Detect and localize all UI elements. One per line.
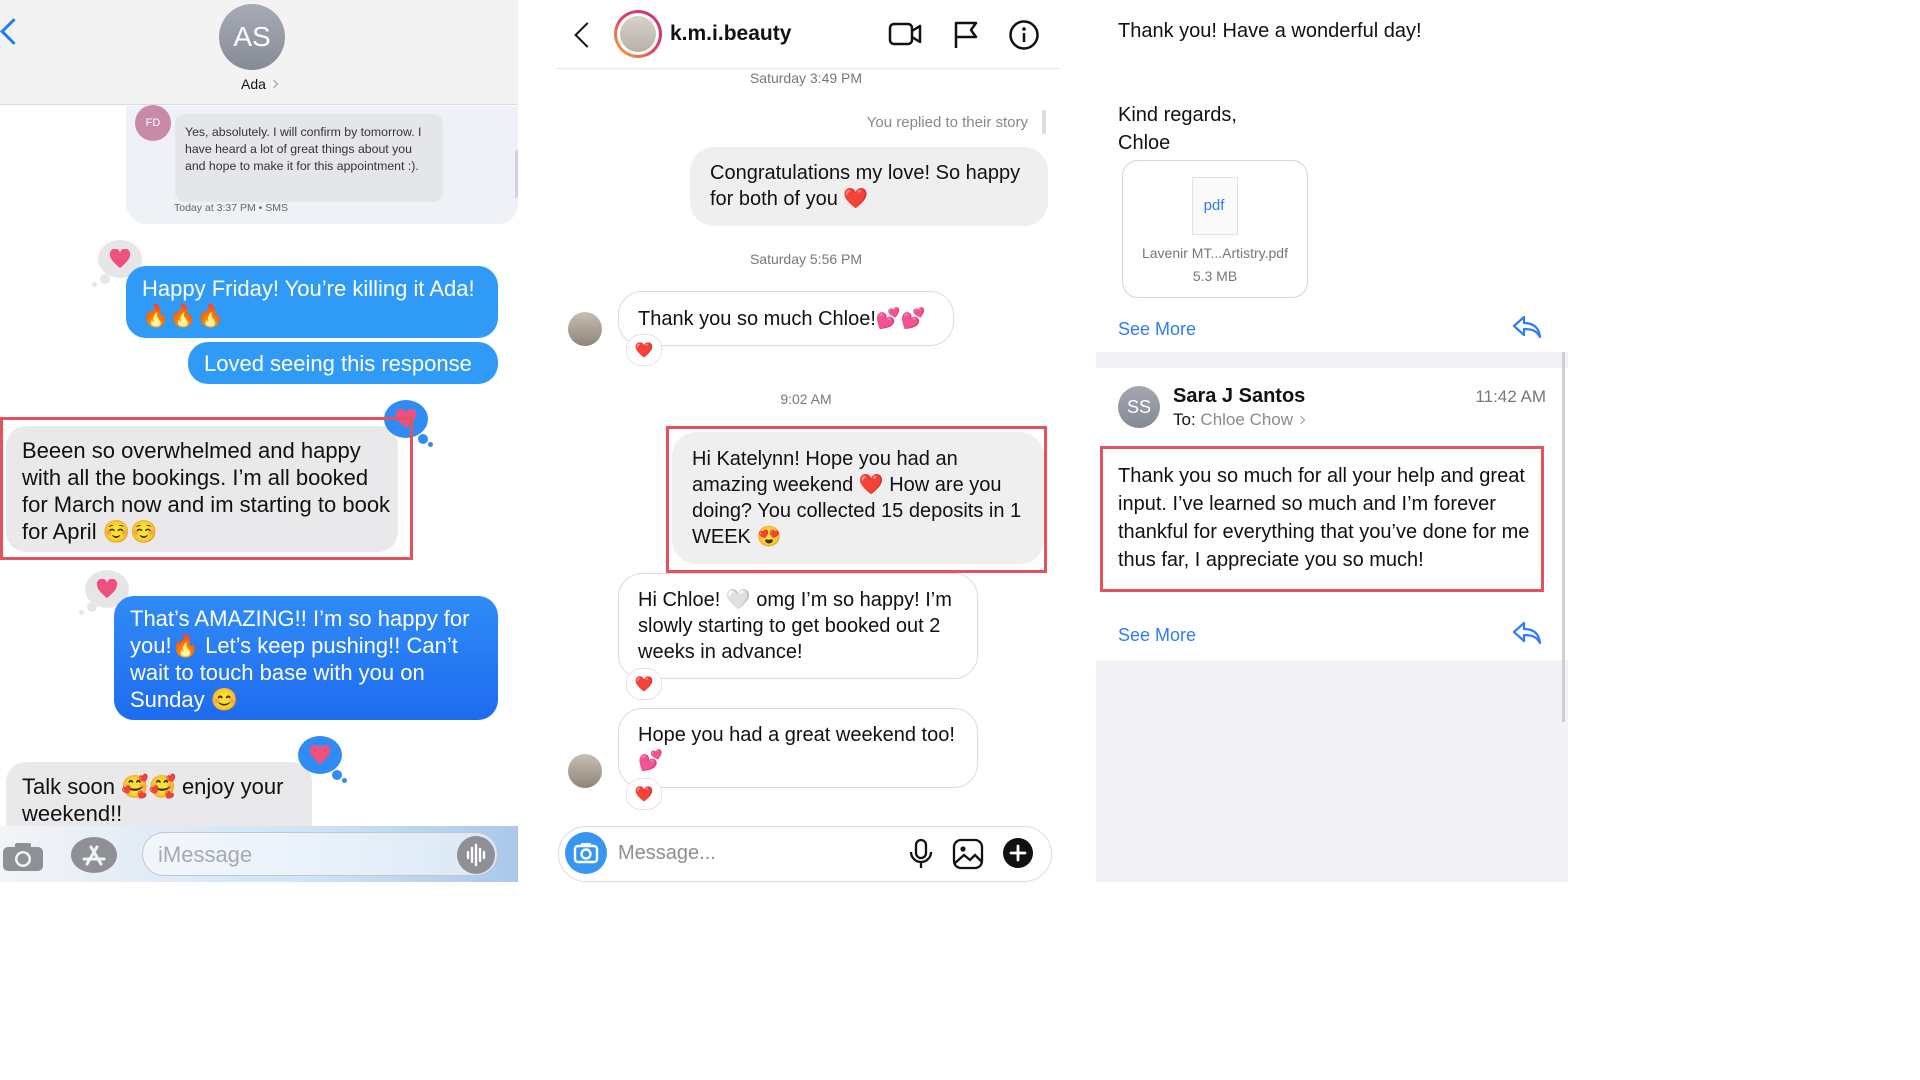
- scrollbar[interactable]: [515, 150, 518, 198]
- message-text: Talk soon 🥰🥰 enjoy your weekend!!: [22, 774, 284, 826]
- chevron-right-icon: [1296, 415, 1306, 425]
- heart-tapback[interactable]: [298, 736, 342, 774]
- avatar-photo: [620, 16, 656, 52]
- contact-name[interactable]: Ada: [0, 76, 518, 92]
- back-chevron-icon[interactable]: [574, 22, 600, 48]
- email-time: 11:42 AM: [1475, 387, 1546, 406]
- heart-icon: ❤️: [634, 786, 654, 803]
- story-reply-bar: [1042, 110, 1046, 134]
- imessage-placeholder: iMessage: [158, 842, 253, 867]
- see-more-link[interactable]: See More: [1118, 625, 1196, 646]
- sms-text: Yes, absolutely. I will confirm by tomor…: [185, 125, 422, 173]
- message-text: Happy Friday! You’re killing it Ada! 🔥🔥🔥: [142, 276, 475, 328]
- timestamp: Saturday 3:49 PM: [749, 70, 863, 86]
- sms-timestamp: Today at 3:37 PM • SMS: [174, 202, 288, 214]
- heart-icon: [309, 745, 331, 765]
- message-text: That’s AMAZING!! I’m so happy for you!🔥 …: [130, 606, 470, 712]
- reply-icon[interactable]: [1512, 620, 1542, 646]
- to-label: To:: [1173, 410, 1196, 429]
- email-signoff: Kind regards,: [1118, 104, 1237, 126]
- camera-button[interactable]: [565, 832, 607, 874]
- reply-icon[interactable]: [1512, 314, 1542, 340]
- pdf-type-label: pdf: [1203, 197, 1225, 214]
- heart-reaction[interactable]: ❤️: [626, 334, 662, 366]
- info-icon[interactable]: [1008, 19, 1040, 51]
- instagram-panel: k.m.i.beauty Saturday 3:49 PM You replie…: [556, 0, 1060, 882]
- recipient-line[interactable]: To: Chloe Chow: [1173, 410, 1306, 430]
- scrollbar[interactable]: [1562, 352, 1565, 722]
- waveform-icon: [466, 843, 486, 867]
- video-camera-icon[interactable]: [888, 20, 922, 48]
- username[interactable]: k.m.i.beauty: [670, 22, 791, 46]
- sender-avatar[interactable]: [568, 312, 602, 346]
- message-text: Thank you so much Chloe!💕💕: [638, 308, 926, 330]
- gallery-icon[interactable]: [952, 838, 984, 870]
- sender-avatar[interactable]: [568, 754, 602, 788]
- tapback-tail: [418, 434, 428, 444]
- contact-avatar[interactable]: AS: [219, 4, 285, 70]
- microphone-icon[interactable]: [908, 838, 934, 870]
- message-text: Hi Chloe! 🤍 omg I’m so happy! I’m slowly…: [638, 589, 952, 663]
- message-text: Hope you had a great weekend too! 💕: [638, 724, 955, 772]
- message-text: Loved seeing this response: [204, 351, 472, 376]
- camera-icon[interactable]: [2, 842, 44, 872]
- heart-icon: [96, 579, 118, 599]
- recipient-name: Chloe Chow: [1200, 410, 1294, 429]
- highlight-box: [0, 417, 413, 560]
- sender-avatar: FD: [135, 105, 171, 141]
- tapback-tail: [87, 602, 97, 612]
- highlight-box: [1100, 446, 1544, 592]
- heart-icon: ❤️: [634, 676, 654, 693]
- email-signature: Chloe: [1118, 132, 1171, 154]
- tapback-tail: [92, 282, 97, 287]
- camera-icon: [573, 843, 599, 864]
- contact-name-label: Ada: [241, 76, 266, 92]
- tapback-tail: [332, 770, 342, 780]
- story-reply-label: You replied to their story: [866, 114, 1028, 131]
- add-icon[interactable]: [1002, 837, 1034, 869]
- sender-name: Sara J Santos: [1173, 385, 1306, 407]
- flag-icon[interactable]: [952, 20, 980, 50]
- header-divider: [556, 68, 1060, 69]
- tapback-tail: [79, 610, 84, 615]
- see-more-link[interactable]: See More: [1118, 319, 1196, 340]
- timestamp: 9:02 AM: [780, 391, 832, 407]
- audio-waveform-icon[interactable]: [457, 836, 495, 874]
- chevron-right-icon: [269, 79, 279, 89]
- highlight-box: [666, 426, 1047, 573]
- attachment-size: 5.3 MB: [1192, 268, 1238, 284]
- imessage-panel: AS Ada FD Yes, absolutely. I will confir…: [0, 0, 518, 882]
- message-placeholder: Message...: [618, 842, 716, 864]
- heart-icon: ❤️: [634, 342, 654, 359]
- tapback-tail: [428, 442, 433, 447]
- timestamp: Saturday 5:56 PM: [749, 251, 863, 267]
- tapback-tail: [342, 778, 347, 783]
- email-closing-line: Thank you! Have a wonderful day!: [1118, 20, 1422, 42]
- mail-panel: Thank you! Have a wonderful day! Kind re…: [1096, 0, 1568, 882]
- message-text: Congratulations my love! So happy for bo…: [710, 162, 1021, 210]
- heart-reaction[interactable]: ❤️: [626, 778, 662, 810]
- tapback-tail: [100, 274, 110, 284]
- heart-reaction[interactable]: ❤️: [626, 668, 662, 700]
- app-store-icon[interactable]: [70, 836, 118, 874]
- attachment-name: Lavenir MT...Artistry.pdf: [1141, 245, 1288, 261]
- heart-icon: [109, 249, 131, 269]
- sender-avatar: SS: [1118, 386, 1160, 428]
